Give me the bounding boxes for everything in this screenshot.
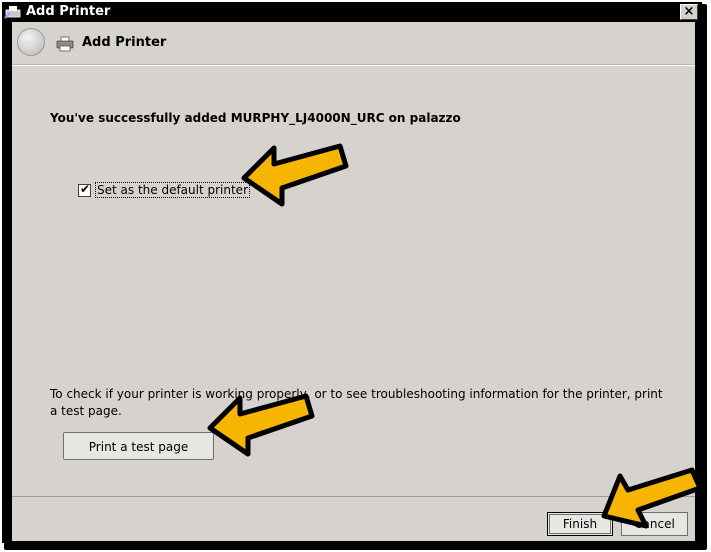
wizard-title: Add Printer <box>82 35 167 50</box>
add-printer-window: Add Printer × ← Add Printer You've succe… <box>2 2 702 543</box>
close-button[interactable]: × <box>680 4 698 20</box>
annotation-arrow-finish <box>601 467 703 529</box>
default-printer-checkbox[interactable]: ✔ <box>78 182 91 197</box>
print-test-page-button[interactable]: Print a test page <box>63 432 214 460</box>
dialog-footer: Finish Cancel <box>12 496 695 541</box>
success-message: You've successfully added MURPHY_LJ4000N… <box>50 111 461 125</box>
dialog-content: ← Add Printer You've successfully added … <box>12 22 695 541</box>
window-title: Add Printer <box>26 4 111 19</box>
wizard-page: You've successfully added MURPHY_LJ4000N… <box>12 65 695 497</box>
close-icon: × <box>683 4 695 19</box>
printer-icon <box>56 36 74 52</box>
test-page-info: To check if your printer is working prop… <box>50 387 663 418</box>
annotation-arrow-test-page <box>207 393 315 457</box>
nav-bar: ← Add Printer <box>12 22 695 65</box>
back-arrow-icon: ← <box>25 33 38 51</box>
checkmark-icon: ✔ <box>80 182 91 196</box>
back-button[interactable]: ← <box>17 28 45 56</box>
title-bar[interactable]: Add Printer × <box>2 2 702 22</box>
annotation-arrow-checkbox <box>241 143 349 207</box>
default-printer-label[interactable]: Set as the default printer <box>95 182 250 198</box>
printer-wizard-icon <box>4 6 21 19</box>
